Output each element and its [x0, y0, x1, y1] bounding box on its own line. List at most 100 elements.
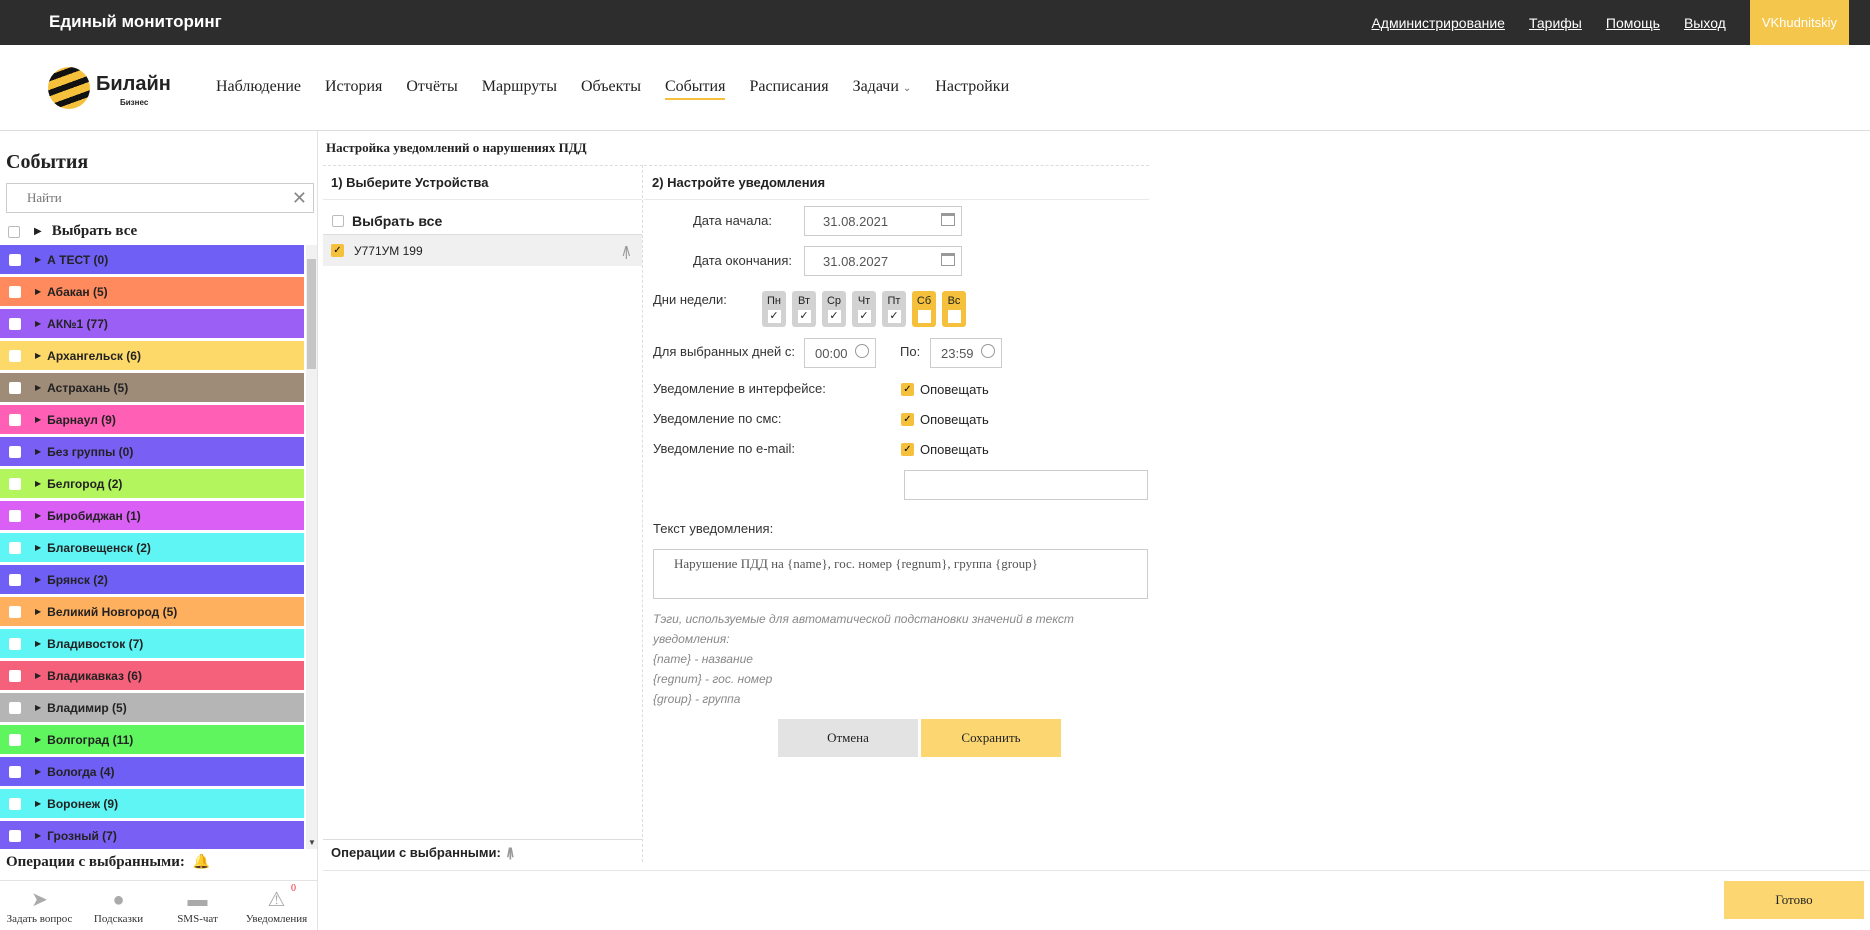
- group-row[interactable]: ▶ Владикавказ (6): [0, 661, 304, 690]
- notifications-tool[interactable]: 0 ⚠ Уведомления: [237, 881, 316, 930]
- scroll-thumb[interactable]: [307, 259, 316, 369]
- group-row[interactable]: ▶ Вологда (4): [0, 757, 304, 786]
- group-row[interactable]: ▶ Владивосток (7): [0, 629, 304, 658]
- nav-schedules[interactable]: Расписания: [749, 78, 828, 100]
- expand-icon[interactable]: ▶: [35, 799, 41, 808]
- notify-text-field[interactable]: Нарушение ПДД на {name}, гос. номер {reg…: [653, 549, 1148, 599]
- notify-sms-checkbox[interactable]: ✓: [901, 413, 914, 426]
- expand-icon[interactable]: ▶: [35, 767, 41, 776]
- group-row[interactable]: ▶ АК№1 (77): [0, 309, 304, 338]
- group-checkbox[interactable]: [9, 669, 21, 682]
- nav-history[interactable]: История: [325, 78, 382, 100]
- end-date-field[interactable]: 31.08.2027: [804, 246, 962, 276]
- device-checkbox[interactable]: ✓: [331, 244, 344, 257]
- admin-link[interactable]: Администрирование: [1371, 15, 1505, 31]
- group-row[interactable]: ▶ Абакан (5): [0, 277, 304, 306]
- user-menu[interactable]: VKhudnitskiy: [1749, 0, 1849, 45]
- group-row[interactable]: ▶ Великий Новгород (5): [0, 597, 304, 626]
- group-checkbox[interactable]: [9, 509, 21, 522]
- expand-icon[interactable]: ▶: [35, 415, 41, 424]
- nav-reports[interactable]: Отчёты: [406, 78, 457, 100]
- weekday-checkbox[interactable]: ✓: [827, 310, 841, 323]
- weekday-toggle[interactable]: Пн ✓: [762, 291, 786, 327]
- weekday-toggle[interactable]: Пт ✓: [882, 291, 906, 327]
- weekday-checkbox[interactable]: ✓: [797, 310, 811, 323]
- expand-icon[interactable]: ▶: [35, 543, 41, 552]
- nav-objects[interactable]: Объекты: [581, 78, 641, 100]
- weekday-toggle[interactable]: Чт ✓: [852, 291, 876, 327]
- logout-link[interactable]: Выход: [1684, 15, 1726, 31]
- expand-icon[interactable]: ▶: [35, 255, 41, 264]
- nav-settings[interactable]: Настройки: [935, 78, 1009, 100]
- select-all-checkbox[interactable]: [8, 225, 20, 238]
- group-checkbox[interactable]: [9, 797, 21, 810]
- group-checkbox[interactable]: [9, 381, 21, 394]
- group-row[interactable]: ▶ Белгород (2): [0, 469, 304, 498]
- search-input[interactable]: [27, 184, 287, 212]
- expand-icon[interactable]: ▶: [35, 351, 41, 360]
- weekday-toggle[interactable]: Сб: [912, 291, 936, 327]
- nav-observation[interactable]: Наблюдение: [216, 78, 301, 100]
- tariffs-link[interactable]: Тарифы: [1529, 15, 1582, 31]
- done-button[interactable]: Готово: [1724, 881, 1864, 919]
- group-row[interactable]: ▶ Благовещенск (2): [0, 533, 304, 562]
- expand-icon[interactable]: ▶: [35, 447, 41, 456]
- expand-icon[interactable]: ▶: [35, 607, 41, 616]
- group-checkbox[interactable]: [9, 605, 21, 618]
- expand-icon[interactable]: ▶: [35, 703, 41, 712]
- group-row[interactable]: ▶ Грозный (7): [0, 821, 304, 849]
- group-checkbox[interactable]: [9, 477, 21, 490]
- group-checkbox[interactable]: [9, 733, 21, 746]
- expand-icon[interactable]: ▶: [35, 511, 41, 520]
- bell-icon[interactable]: 🔔: [193, 854, 210, 871]
- group-checkbox[interactable]: [9, 317, 21, 330]
- notify-interface-checkbox[interactable]: ✓: [901, 383, 914, 396]
- calendar-icon[interactable]: [941, 253, 955, 266]
- device-row[interactable]: ✓ У771УМ 199 /|\: [323, 234, 642, 266]
- group-row[interactable]: ▶ Воронеж (9): [0, 789, 304, 818]
- expand-icon[interactable]: ▶: [35, 639, 41, 648]
- group-list-scrollbar[interactable]: ▼: [306, 245, 317, 849]
- group-checkbox[interactable]: [9, 829, 21, 842]
- expand-icon[interactable]: ▶: [34, 226, 42, 237]
- group-checkbox[interactable]: [9, 637, 21, 650]
- time-from-field[interactable]: 00:00: [804, 338, 876, 368]
- weekday-checkbox[interactable]: [917, 310, 931, 323]
- expand-icon[interactable]: ▶: [35, 831, 41, 840]
- scroll-down-icon[interactable]: ▼: [308, 838, 316, 847]
- expand-icon[interactable]: ▶: [35, 735, 41, 744]
- save-button[interactable]: Сохранить: [921, 719, 1061, 757]
- beeline-logo[interactable]: Билайн Бизнес: [48, 67, 186, 111]
- group-checkbox[interactable]: [9, 541, 21, 554]
- devices-select-all-checkbox[interactable]: [332, 215, 344, 227]
- group-checkbox[interactable]: [9, 573, 21, 586]
- tips-tool[interactable]: ● Подсказки: [79, 881, 158, 930]
- weekday-toggle[interactable]: Ср ✓: [822, 291, 846, 327]
- clock-icon[interactable]: [855, 344, 869, 358]
- group-checkbox[interactable]: [9, 253, 21, 266]
- help-link[interactable]: Помощь: [1606, 15, 1660, 31]
- notify-email-checkbox[interactable]: ✓: [901, 443, 914, 456]
- group-checkbox[interactable]: [9, 285, 21, 298]
- clock-icon[interactable]: [981, 344, 995, 358]
- sms-chat-tool[interactable]: ▬ SMS-чат: [158, 881, 237, 930]
- group-row[interactable]: ▶ А ТЕСТ (0): [0, 245, 304, 274]
- weekday-checkbox[interactable]: ✓: [857, 310, 871, 323]
- group-row[interactable]: ▶ Барнаул (9): [0, 405, 304, 434]
- expand-icon[interactable]: ▶: [35, 575, 41, 584]
- group-row[interactable]: ▶ Владимир (5): [0, 693, 304, 722]
- expand-icon[interactable]: ▶: [35, 479, 41, 488]
- weekday-checkbox[interactable]: ✓: [767, 310, 781, 323]
- notify-sms-option[interactable]: ✓ Оповещать: [901, 412, 989, 427]
- expand-icon[interactable]: ▶: [35, 383, 41, 392]
- nav-routes[interactable]: Маршруты: [482, 78, 557, 100]
- expand-icon[interactable]: ▶: [35, 671, 41, 680]
- expand-icon[interactable]: ▶: [35, 319, 41, 328]
- weekday-checkbox[interactable]: [947, 310, 961, 323]
- group-row[interactable]: ▶ Брянск (2): [0, 565, 304, 594]
- group-row[interactable]: ▶ Астрахань (5): [0, 373, 304, 402]
- notify-interface-option[interactable]: ✓ Оповещать: [901, 382, 989, 397]
- expand-icon[interactable]: ▶: [35, 287, 41, 296]
- group-checkbox[interactable]: [9, 445, 21, 458]
- group-row[interactable]: ▶ Архангельск (6): [0, 341, 304, 370]
